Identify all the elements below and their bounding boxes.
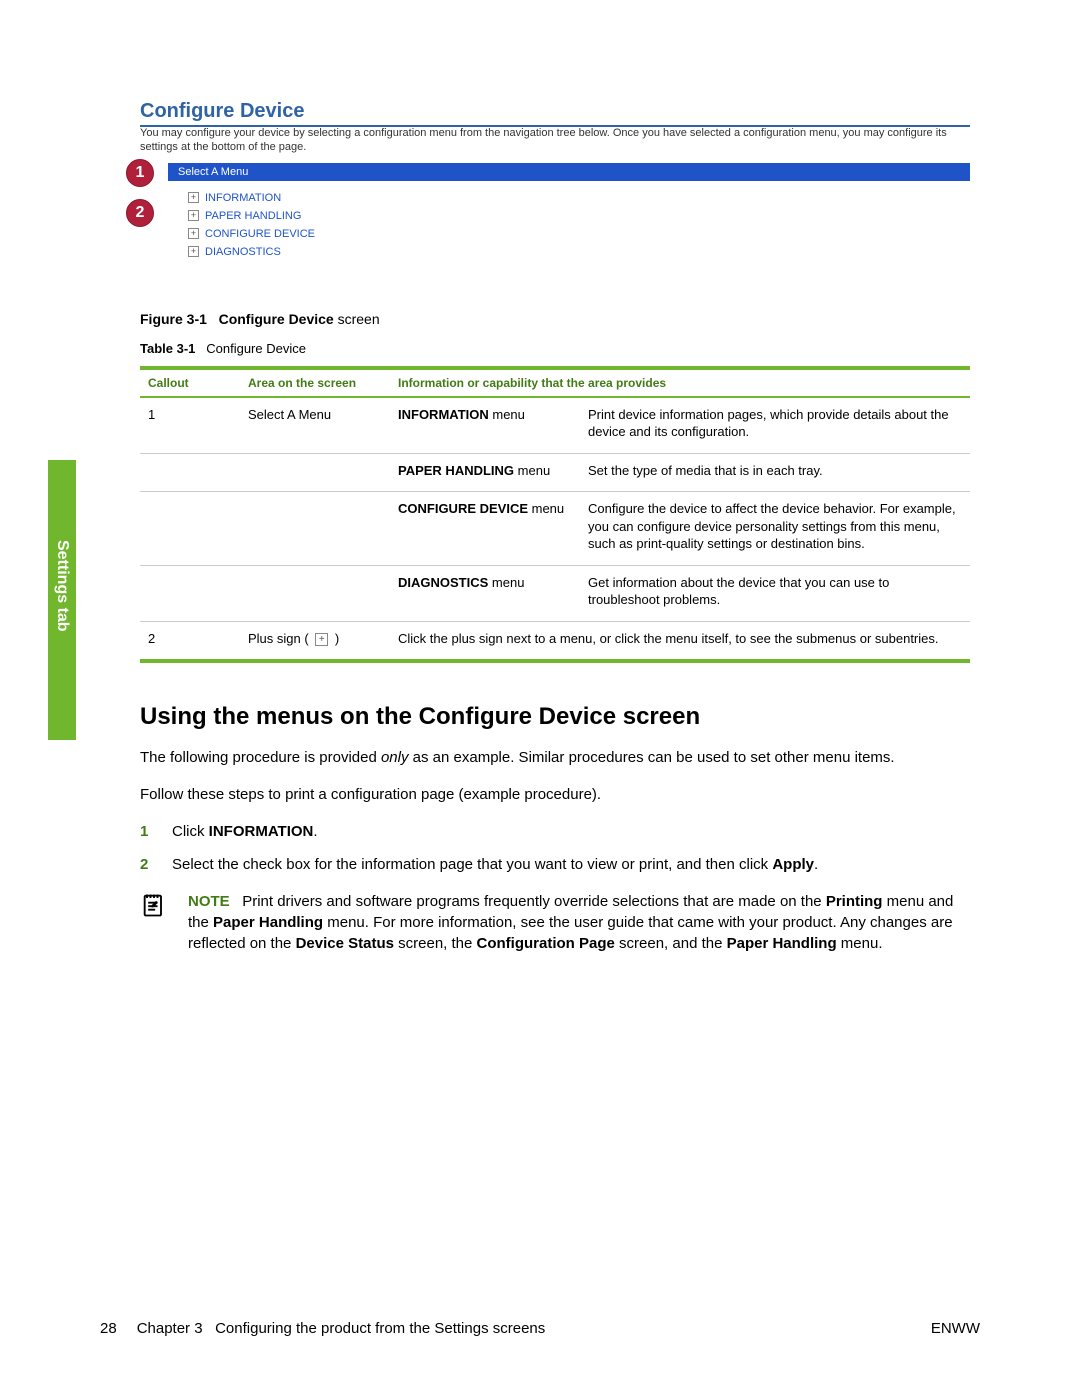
screenshot-title: Configure Device bbox=[140, 100, 970, 125]
nav-tree: 2 +INFORMATION +PAPER HANDLING +CONFIGUR… bbox=[168, 181, 970, 261]
note-text: NOTE Print drivers and software programs… bbox=[188, 891, 970, 954]
page-footer: 28 Chapter 3 Configuring the product fro… bbox=[100, 1320, 980, 1337]
configure-device-table: Callout Area on the screen Information o… bbox=[140, 366, 970, 664]
page-content: Configure Device You may configure your … bbox=[140, 100, 970, 954]
select-a-menu-bar: 1 Select A Menu bbox=[168, 163, 970, 181]
sidebar-tab: Settings tab bbox=[48, 460, 76, 740]
callout-badge-1: 1 bbox=[126, 159, 154, 187]
td-menu: INFORMATION menu bbox=[390, 397, 580, 454]
step-number: 2 bbox=[140, 854, 154, 875]
figure-title-bold: Configure Device bbox=[219, 311, 334, 327]
td-desc: Configure the device to affect the devic… bbox=[580, 492, 970, 566]
th-callout: Callout bbox=[140, 368, 240, 397]
note-block: NOTE Print drivers and software programs… bbox=[140, 891, 970, 954]
td-callout: 2 bbox=[140, 621, 240, 661]
tree-item-information[interactable]: + INFORMATION bbox=[188, 189, 970, 207]
plus-icon: + bbox=[315, 633, 328, 646]
table-caption: Table 3-1 Configure Device bbox=[140, 341, 970, 356]
td-area: Plus sign ( + ) bbox=[240, 621, 390, 661]
plus-icon[interactable]: + bbox=[188, 210, 199, 221]
step-1: 1 Click INFORMATION. bbox=[140, 821, 970, 842]
select-bar-label: Select A Menu bbox=[178, 166, 248, 178]
th-area: Area on the screen bbox=[240, 368, 390, 397]
plus-icon[interactable]: + bbox=[188, 228, 199, 239]
td-area: Select A Menu bbox=[240, 397, 390, 454]
td-menu: DIAGNOSTICS menu bbox=[390, 565, 580, 621]
table-label: Table 3-1 bbox=[140, 341, 195, 356]
figure-screenshot: Configure Device You may configure your … bbox=[140, 100, 970, 261]
tree-label: CONFIGURE DEVICE bbox=[205, 228, 315, 240]
note-icon bbox=[140, 891, 170, 954]
td-desc: Set the type of media that is in each tr… bbox=[580, 453, 970, 492]
callout-badge-2: 2 bbox=[126, 199, 154, 227]
screenshot-description: You may configure your device by selecti… bbox=[140, 127, 970, 155]
td-desc: Print device information pages, which pr… bbox=[580, 397, 970, 454]
chapter-title: Configuring the product from the Setting… bbox=[215, 1320, 545, 1337]
intro-paragraph-1: The following procedure is provided only… bbox=[140, 747, 970, 768]
th-info: Information or capability that the area … bbox=[390, 368, 970, 397]
page-number: 28 bbox=[100, 1320, 117, 1337]
table-title: Configure Device bbox=[206, 341, 306, 356]
footer-right: ENWW bbox=[931, 1320, 980, 1337]
intro-paragraph-2: Follow these steps to print a configurat… bbox=[140, 784, 970, 805]
tree-label: DIAGNOSTICS bbox=[205, 246, 281, 258]
tree-label: PAPER HANDLING bbox=[205, 210, 301, 222]
figure-caption: Figure 3-1 Configure Device screen bbox=[140, 311, 970, 327]
note-label: NOTE bbox=[188, 893, 230, 910]
plus-icon[interactable]: + bbox=[188, 192, 199, 203]
tree-item-diagnostics[interactable]: + DIAGNOSTICS bbox=[188, 243, 970, 261]
tree-item-configure-device[interactable]: + CONFIGURE DEVICE bbox=[188, 225, 970, 243]
tree-label: INFORMATION bbox=[205, 192, 281, 204]
tree-item-paper-handling[interactable]: + PAPER HANDLING bbox=[188, 207, 970, 225]
step-number: 1 bbox=[140, 821, 154, 842]
td-menu: PAPER HANDLING menu bbox=[390, 453, 580, 492]
td-desc: Click the plus sign next to a menu, or c… bbox=[390, 621, 970, 661]
figure-title-rest: screen bbox=[334, 311, 380, 327]
plus-icon[interactable]: + bbox=[188, 246, 199, 257]
procedure-steps: 1 Click INFORMATION. 2 Select the check … bbox=[140, 821, 970, 875]
td-desc: Get information about the device that yo… bbox=[580, 565, 970, 621]
section-heading: Using the menus on the Configure Device … bbox=[140, 703, 970, 731]
step-2: 2 Select the check box for the informati… bbox=[140, 854, 970, 875]
chapter-label: Chapter 3 bbox=[137, 1320, 203, 1337]
td-callout: 1 bbox=[140, 397, 240, 454]
figure-label: Figure 3-1 bbox=[140, 311, 207, 327]
td-menu: CONFIGURE DEVICE menu bbox=[390, 492, 580, 566]
